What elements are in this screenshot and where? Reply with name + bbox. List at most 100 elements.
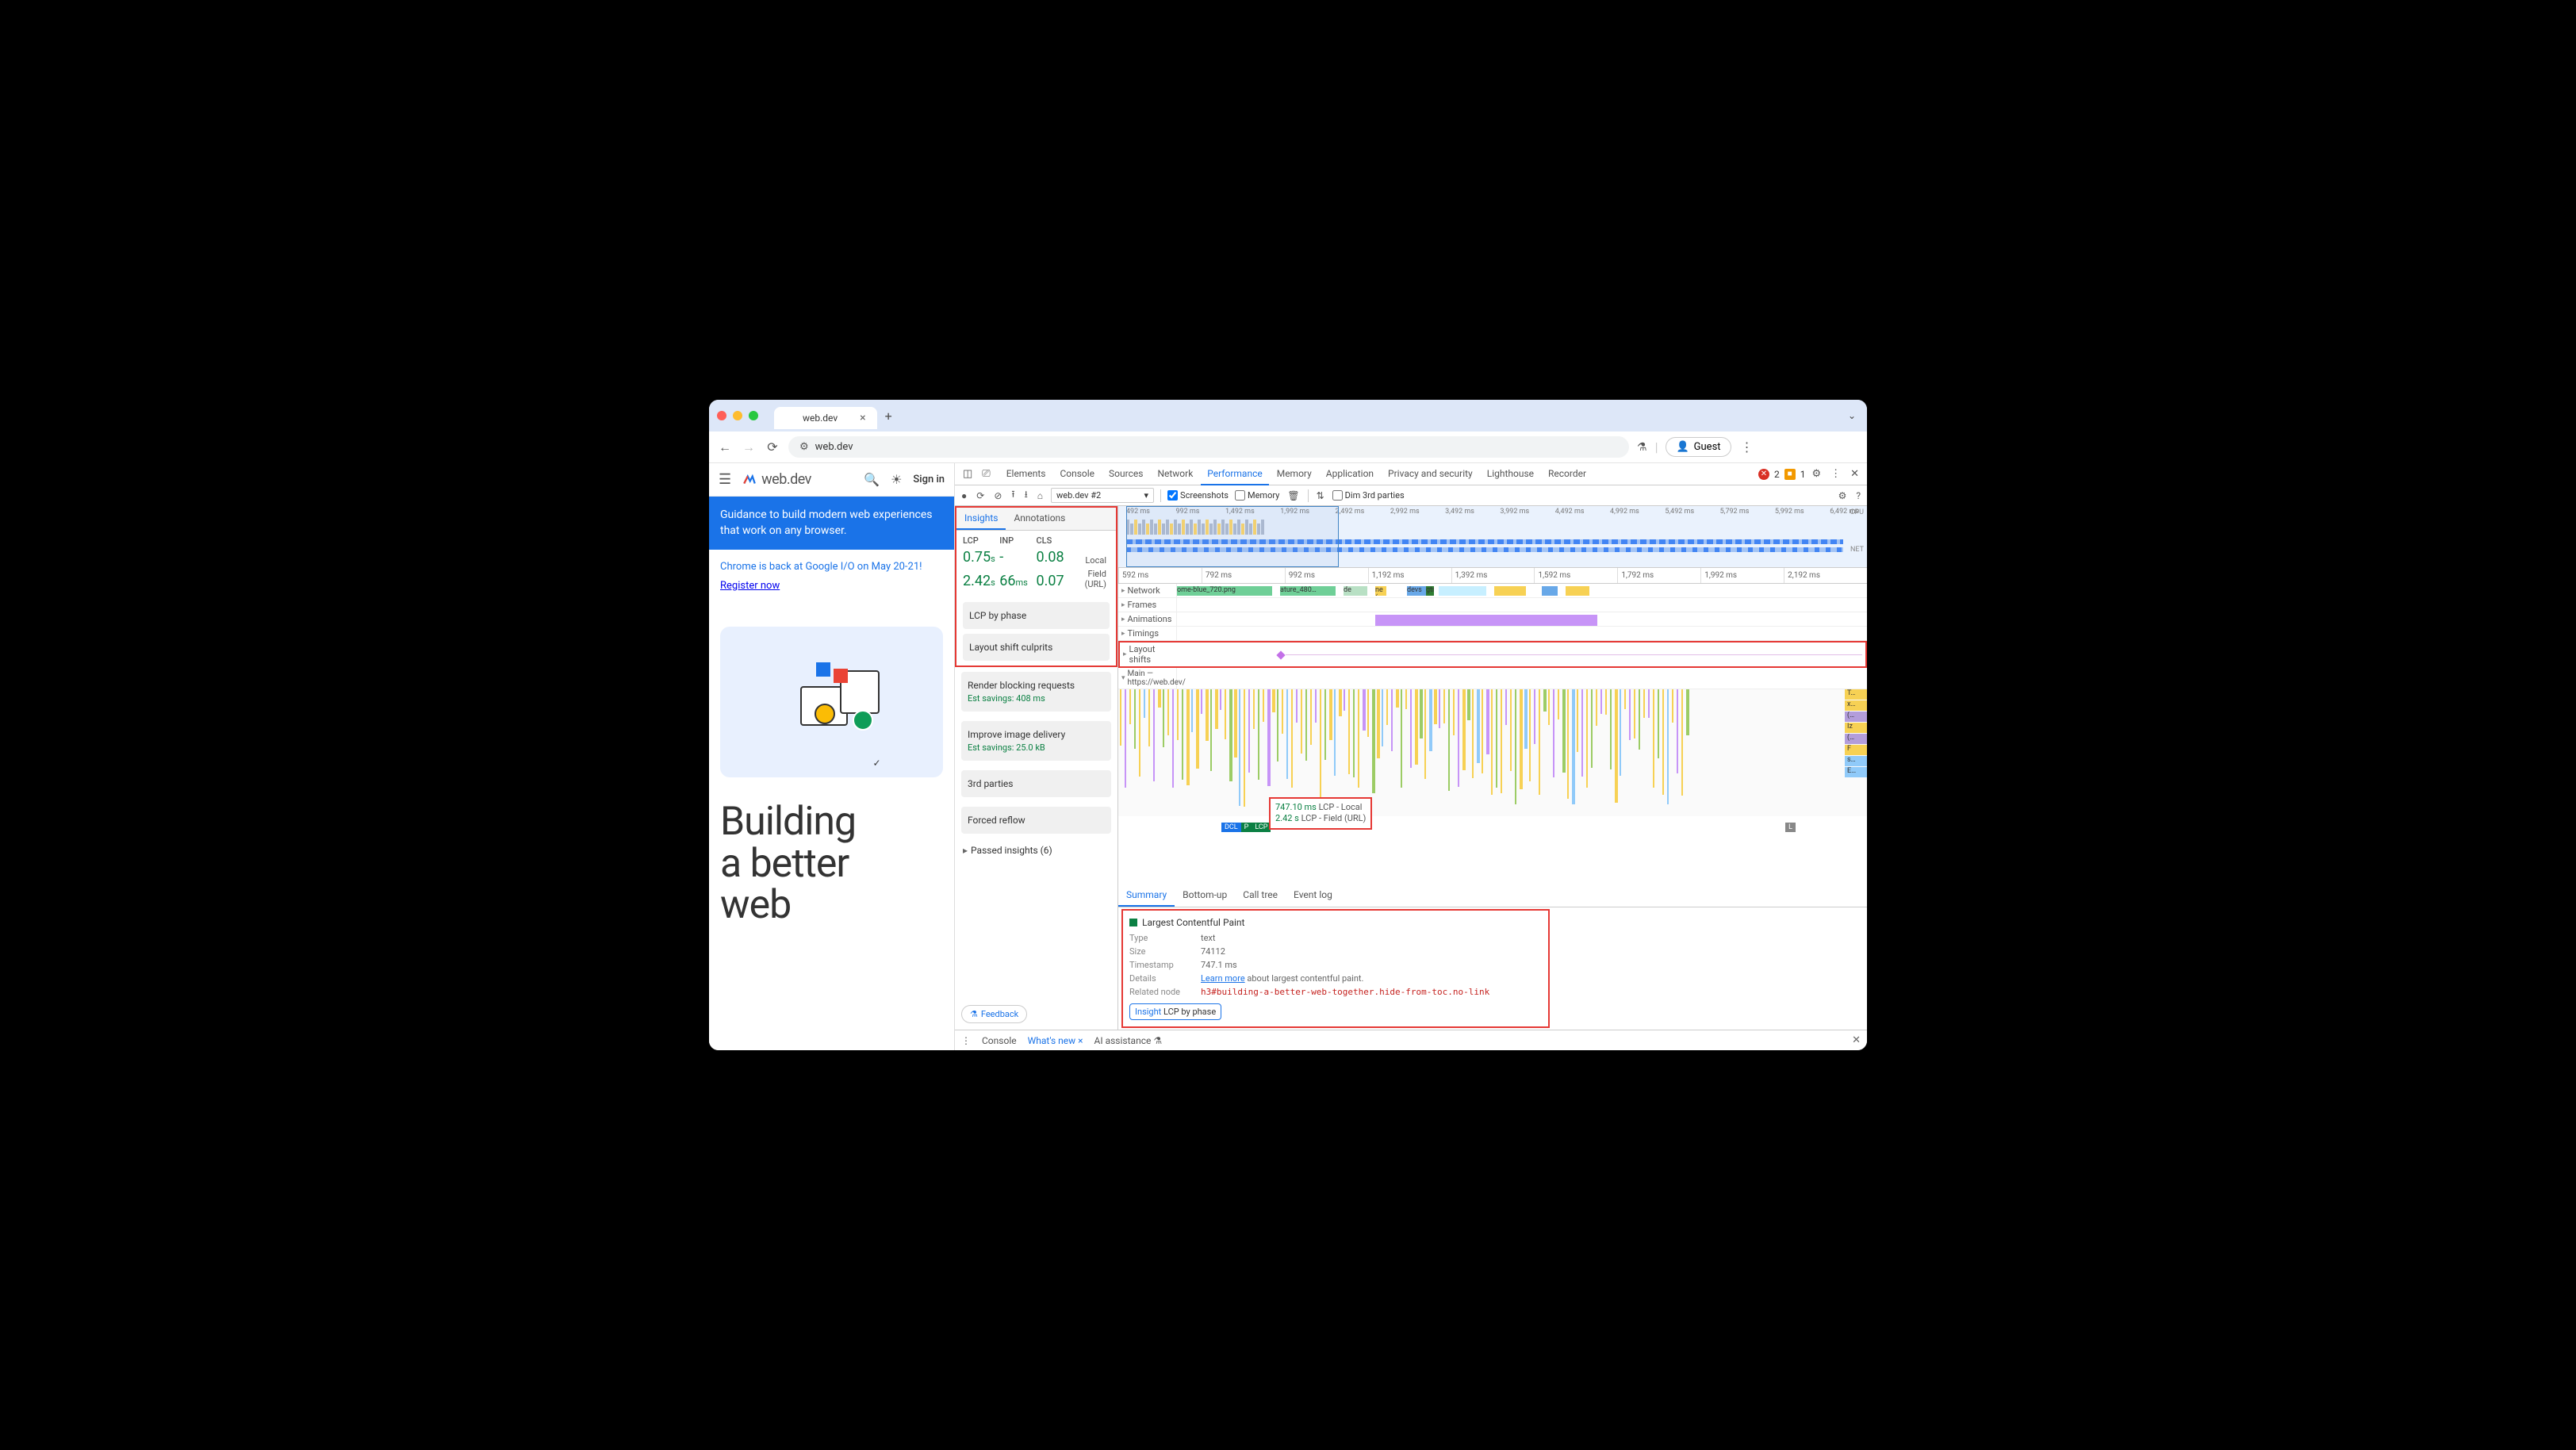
home-icon[interactable]: ⌂	[1036, 490, 1045, 501]
tab-insights[interactable]: Insights	[956, 508, 1006, 530]
drawer-ai[interactable]: AI assistance ⚗	[1094, 1035, 1163, 1046]
detail-tab-bottom-up[interactable]: Bottom-up	[1175, 884, 1235, 907]
network-track: Network ome-blue_720.pngature_480…dene (…	[1118, 584, 1867, 598]
devtools-tab-memory[interactable]: Memory	[1271, 463, 1318, 485]
dim-3p-toggle[interactable]: Dim 3rd parties	[1332, 490, 1405, 501]
drawer-close-icon[interactable]: ✕	[1852, 1034, 1861, 1046]
forced-reflow-card[interactable]: Forced reflow	[961, 807, 1111, 834]
forward-button: →	[741, 439, 757, 455]
register-link[interactable]: Register now	[720, 578, 943, 594]
settings-icon[interactable]: ⚙	[1808, 468, 1824, 480]
tracks[interactable]: Network ome-blue_720.pngature_480…dene (…	[1118, 584, 1867, 884]
learn-more-link[interactable]: Learn more	[1201, 973, 1245, 984]
related-node[interactable]: h3#building-a-better-web-together.hide-f…	[1201, 987, 1489, 997]
load-marker[interactable]: L	[1785, 823, 1796, 832]
browser-window: web.dev × + ⌄ ← → ⟳ ⚙ web.dev ⚗ | 👤 Gues…	[709, 400, 1867, 1050]
main-track: Main — https://web.dev/	[1118, 668, 1867, 689]
overview-selection[interactable]	[1126, 506, 1339, 567]
devtools-tab-application[interactable]: Application	[1320, 463, 1380, 485]
gc-icon[interactable]: 🗑	[1286, 490, 1301, 501]
third-parties-card[interactable]: 3rd parties	[961, 770, 1111, 797]
layout-shifts-track: Layout shifts	[1118, 641, 1867, 668]
tab-close-icon[interactable]: ×	[860, 412, 865, 424]
insight-chip[interactable]: Insight LCP by phase	[1129, 1003, 1221, 1020]
detail-tab-event-log[interactable]: Event log	[1286, 884, 1340, 907]
inspect-icon[interactable]: ◫	[960, 468, 976, 480]
error-badge[interactable]: ✕	[1758, 469, 1769, 480]
cls-culprits-button[interactable]: Layout shift culprits	[963, 634, 1110, 661]
devtools-tab-privacy-and-security[interactable]: Privacy and security	[1382, 463, 1479, 485]
menu-icon[interactable]: ☰	[719, 471, 731, 488]
detail-tab-call-tree[interactable]: Call tree	[1235, 884, 1286, 907]
overview-minimap[interactable]: 492 ms992 ms1,492 ms1,992 ms2,492 ms2,99…	[1118, 506, 1867, 568]
drawer-whatsnew[interactable]: What's new ×	[1028, 1035, 1083, 1046]
search-icon[interactable]: 🔍	[864, 472, 880, 487]
settings-gear-icon[interactable]: ⚙	[1837, 490, 1849, 501]
tab-title: web.dev	[803, 412, 838, 424]
detail-tab-summary[interactable]: Summary	[1118, 884, 1175, 907]
signin-link[interactable]: Sign in	[913, 474, 945, 485]
devtools-tab-recorder[interactable]: Recorder	[1542, 463, 1593, 485]
browser-tab[interactable]: web.dev ×	[774, 407, 877, 429]
devtools-tab-lighthouse[interactable]: Lighthouse	[1481, 463, 1540, 485]
help-icon[interactable]: ?	[1854, 490, 1862, 501]
drawer-menu-icon[interactable]: ⋮	[961, 1035, 971, 1046]
reload-button[interactable]: ⟳	[765, 439, 780, 455]
download-icon[interactable]: ⭳	[1023, 487, 1029, 504]
browser-menu-icon[interactable]: ⋮	[1739, 439, 1755, 455]
rendered-page: ☰ web.dev 🔍 ☀ Sign in Guidance to build …	[709, 463, 955, 1050]
drawer-console[interactable]: Console	[982, 1035, 1017, 1046]
devtools-tab-console[interactable]: Console	[1053, 463, 1101, 485]
animations-track: Animations	[1118, 612, 1867, 627]
clear-icon[interactable]: ⊘	[992, 490, 1003, 501]
drawer: ⋮ Console What's new × AI assistance ⚗ ✕	[955, 1030, 1867, 1050]
close-devtools-icon[interactable]: ✕	[1847, 468, 1862, 480]
page-header: ☰ web.dev 🔍 ☀ Sign in	[709, 463, 954, 497]
dcl-marker[interactable]: DCL	[1221, 823, 1241, 832]
profile-label: Guest	[1694, 441, 1721, 453]
metrics-table: LCP INP CLS 0.75s - 0.08 Local	[956, 531, 1116, 597]
image-delivery-card[interactable]: Improve image deliveryEst savings: 25.0 …	[961, 721, 1111, 761]
site-controls-icon[interactable]: ⚙	[799, 441, 809, 453]
window-controls[interactable]	[717, 411, 758, 420]
lcp-phase-button[interactable]: LCP by phase	[963, 602, 1110, 629]
more-icon[interactable]: ⋮	[1827, 468, 1844, 480]
flame-chart[interactable]: T…x…(…Iz(…Fs…E…	[1118, 689, 1867, 816]
theme-toggle-icon[interactable]: ☀	[891, 472, 902, 487]
devtools-tab-elements[interactable]: Elements	[1000, 463, 1052, 485]
screenshots-toggle[interactable]: Screenshots	[1167, 490, 1229, 501]
memory-toggle[interactable]: Memory	[1235, 490, 1279, 501]
url-field[interactable]: ⚙ web.dev	[788, 436, 1629, 458]
headline: Building a better web	[709, 785, 954, 926]
io-text: Chrome is back at Google I/O on May 20-2…	[720, 561, 922, 573]
warning-badge[interactable]: ■	[1784, 469, 1796, 480]
devtools-tab-sources[interactable]: Sources	[1102, 463, 1149, 485]
site-logo[interactable]: web.dev	[742, 471, 811, 488]
lcp-marker-badge[interactable]: LCP	[1252, 823, 1271, 832]
render-blocking-card[interactable]: Render blocking requestsEst savings: 408…	[961, 672, 1111, 712]
tabs-dropdown-icon[interactable]: ⌄	[1848, 410, 1856, 421]
experiments-icon[interactable]: ⚗	[1637, 441, 1647, 454]
logo-text: web.dev	[761, 471, 811, 488]
cpu-label: CPU	[1850, 508, 1864, 516]
webdev-favicon	[785, 412, 796, 424]
record-icon[interactable]: ●	[960, 490, 968, 501]
time-ruler[interactable]: 592 ms792 ms992 ms1,192 ms1,392 ms1,592 …	[1118, 568, 1867, 584]
passed-insights[interactable]: Passed insights (6)	[955, 838, 1117, 862]
new-tab-button[interactable]: +	[885, 409, 892, 424]
upload-icon[interactable]: ⭱	[1010, 487, 1016, 504]
issue-badges[interactable]: ✕2 ■1	[1758, 469, 1806, 480]
devtools-tab-network[interactable]: Network	[1151, 463, 1199, 485]
profile-button[interactable]: 👤 Guest	[1666, 437, 1731, 457]
feedback-button[interactable]: ⚗ Feedback	[961, 1005, 1027, 1023]
detail-tabs: SummaryBottom-upCall treeEvent log	[1118, 884, 1867, 907]
reload-record-icon[interactable]: ⟳	[975, 490, 986, 501]
back-button[interactable]: ←	[717, 439, 733, 455]
fp-marker[interactable]: P	[1241, 823, 1252, 832]
recording-select[interactable]: web.dev #2▾	[1051, 488, 1154, 503]
device-icon[interactable]: ⎚	[979, 468, 993, 480]
insight-tabs: Insights Annotations	[956, 508, 1116, 531]
devtools-tab-performance[interactable]: Performance	[1201, 463, 1268, 485]
throttle-icon[interactable]: ⇅	[1315, 490, 1326, 501]
tab-annotations[interactable]: Annotations	[1006, 508, 1073, 530]
